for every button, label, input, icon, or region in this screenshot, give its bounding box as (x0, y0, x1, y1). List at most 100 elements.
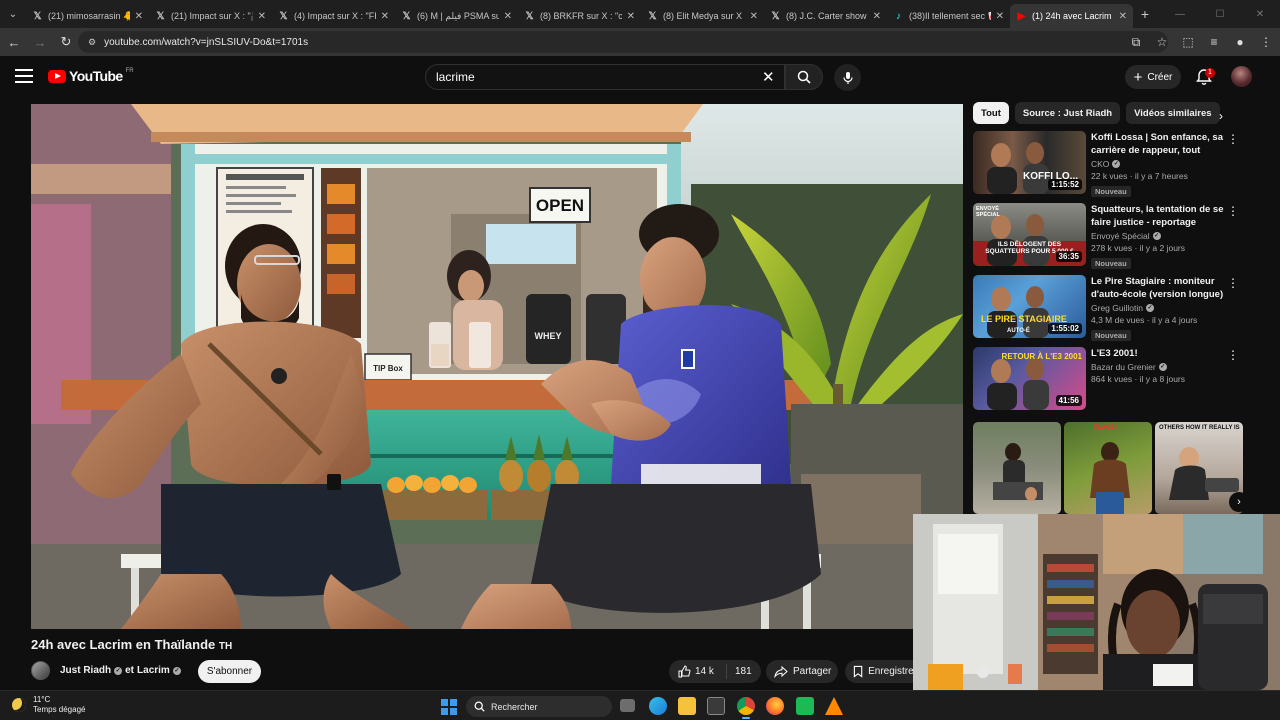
browser-tab[interactable]: 𝕏 (4) Impact sur X : "FR ✕ (272, 4, 395, 28)
menu-hamburger-icon[interactable] (15, 69, 33, 83)
voice-search-button[interactable] (834, 64, 861, 91)
browser-tab[interactable]: 𝕏 (8) Elit Medya sur X : ✕ (641, 4, 764, 28)
close-tab-icon[interactable]: ✕ (381, 11, 389, 22)
channel-name[interactable]: Greg Guillotin (1091, 303, 1143, 313)
share-button[interactable]: Partager (766, 660, 838, 683)
firefox-icon[interactable] (766, 697, 784, 715)
more-options-icon[interactable]: ⋮ (1227, 205, 1239, 217)
microsoft-store-icon[interactable] (707, 697, 725, 715)
browser-tab[interactable]: 𝕏 (21) mimosarrasin 🐥 ✕ (26, 4, 149, 28)
extensions-icon[interactable]: ⬚ (1178, 30, 1198, 54)
youtube-logo[interactable]: YouTube FR (48, 68, 134, 84)
video-info: Squatteurs, la tentation de se faire jus… (1091, 203, 1229, 271)
search-icon (797, 70, 811, 84)
file-explorer-icon[interactable] (678, 697, 696, 715)
recommended-video-card[interactable]: RETOUR À L'E3 2001 41:56 L'E3 2001! Bazar d… (973, 347, 1243, 411)
more-options-icon[interactable]: ⋮ (1227, 349, 1239, 361)
browser-menu-icon[interactable]: ⋮ (1256, 30, 1276, 54)
bookmark-star-icon[interactable]: ☆ (1152, 30, 1172, 54)
recommended-video-card[interactable]: LE PIRE STAGIAIRE AUTO-É 1:55:02 Le Pire St… (973, 275, 1243, 341)
task-view-icon[interactable] (620, 699, 635, 712)
short-video-card[interactable]: PLACE ! (1064, 422, 1152, 514)
chips-next-chevron-icon[interactable]: › (1219, 109, 1223, 123)
x-logo-icon: 𝕏 (279, 10, 288, 22)
browser-tab[interactable]: 𝕏 (21) Impact sur X : "🎥 ✕ (149, 4, 272, 28)
account-avatar[interactable] (1231, 66, 1252, 87)
video-thumbnail[interactable]: LE PIRE STAGIAIRE AUTO-É 1:55:02 (973, 275, 1086, 338)
minimize-icon[interactable]: — (1160, 0, 1200, 28)
reload-icon[interactable]: ↻ (54, 30, 78, 54)
chrome-icon[interactable] (737, 697, 755, 715)
filter-chip[interactable]: Vidéos similaires (1126, 102, 1220, 124)
subscribe-button[interactable]: S'abonner (198, 660, 261, 683)
browser-tab[interactable]: ▶ (1) 24h avec Lacrim e ✕ (1010, 4, 1133, 28)
search-input[interactable]: lacrime (425, 64, 785, 90)
weather-widget[interactable]: 11°C Temps dégagé (12, 695, 85, 715)
short-video-card[interactable] (973, 422, 1061, 514)
short-label: OTHERS HOW IT REALLY IS (1159, 425, 1240, 431)
browser-tab[interactable]: ♪ (38)Il tellement sec 🥡 ✕ (887, 4, 1010, 28)
like-button[interactable]: 14 k (669, 664, 727, 679)
browser-tab[interactable]: 𝕏 (8) BRKFR sur X : "ce ✕ (518, 4, 641, 28)
video-title[interactable]: Squatteurs, la tentation de se faire jus… (1091, 203, 1229, 229)
close-tab-icon[interactable]: ✕ (873, 11, 881, 22)
edge-browser-icon[interactable] (649, 697, 667, 715)
save-button[interactable]: Enregistrer (845, 660, 917, 683)
open-sign: OPEN (536, 196, 584, 215)
forward-arrow-icon[interactable]: → (28, 30, 52, 54)
new-tab-button[interactable]: + (1133, 6, 1157, 22)
x-logo-icon: 𝕏 (771, 10, 780, 22)
dislike-button[interactable]: 181 (727, 666, 752, 677)
channel-name[interactable]: CKO (1091, 159, 1109, 169)
url-input[interactable]: ⚙ youtube.com/watch?v=jnSLSIUV-Do&t=1701… (78, 31, 1168, 53)
video-title[interactable]: Koffi Lossa | Son enfance, sa carrière d… (1091, 131, 1229, 157)
recommended-video-card[interactable]: KOFFI LO... 1:15:52 Koffi Lossa | Son enfa… (973, 131, 1243, 197)
close-tab-icon[interactable]: ✕ (750, 11, 758, 22)
tab-title: (21) Impact sur X : "🎥 (171, 10, 253, 21)
filter-chip[interactable]: Tout (973, 102, 1009, 124)
video-title[interactable]: Le Pire Stagiaire : moniteur d'auto-écol… (1091, 275, 1229, 301)
site-info-icon[interactable]: ⚙ (88, 37, 96, 48)
create-button[interactable]: + Créer (1125, 65, 1181, 89)
video-thumbnail[interactable]: ILS DÉLOGENT DES SQUATTEURS POUR 5 000 €… (973, 203, 1086, 266)
windows-start-icon[interactable] (441, 699, 457, 715)
tab-search-chevron-icon[interactable]: ⌄ (0, 0, 26, 28)
filter-chip[interactable]: Source : Just Riadh (1014, 102, 1121, 124)
channel-link-lacrim[interactable]: Lacrim (137, 665, 170, 676)
close-window-icon[interactable]: ✕ (1240, 0, 1280, 28)
shorts-next-chevron-icon[interactable]: › (1229, 492, 1249, 512)
close-tab-icon[interactable]: ✕ (627, 11, 635, 22)
close-tab-icon[interactable]: ✕ (258, 11, 266, 22)
install-app-icon[interactable]: ⧉ (1126, 30, 1146, 54)
back-arrow-icon[interactable]: ← (2, 30, 26, 54)
video-thumbnail[interactable]: RETOUR À L'E3 2001 41:56 (973, 347, 1086, 410)
verified-check-icon: ✓ (114, 666, 123, 675)
channel-name[interactable]: Envoyé Spécial (1091, 231, 1150, 241)
more-options-icon[interactable]: ⋮ (1227, 277, 1239, 289)
channel-name[interactable]: Bazar du Grenier (1091, 362, 1156, 372)
channel-avatar[interactable] (31, 661, 50, 680)
browser-tab[interactable]: 𝕏 (6) M | فيلم PSMA sur ✕ (395, 4, 518, 28)
close-tab-icon[interactable]: ✕ (504, 11, 512, 22)
taskbar-search-input[interactable]: Rechercher (466, 696, 612, 717)
clear-search-icon[interactable]: ✕ (762, 68, 775, 86)
video-player[interactable]: OPEN WHEY TIP Box (31, 104, 963, 629)
video-thumbnail[interactable]: KOFFI LO... 1:15:52 (973, 131, 1086, 194)
tab-title: (6) M | فيلم PSMA sur (417, 10, 499, 21)
close-tab-icon[interactable]: ✕ (135, 11, 143, 22)
profile-icon[interactable]: ● (1230, 30, 1250, 54)
video-title[interactable]: L'E3 2001! (1091, 347, 1229, 360)
close-tab-icon[interactable]: ✕ (1119, 11, 1127, 22)
close-tab-icon[interactable]: ✕ (996, 11, 1004, 22)
maximize-icon[interactable]: ☐ (1200, 0, 1240, 28)
more-options-icon[interactable]: ⋮ (1227, 133, 1239, 145)
vlc-icon[interactable] (825, 697, 843, 715)
channel-link-just-riadh[interactable]: Just Riadh (60, 665, 111, 676)
app-green-icon[interactable] (796, 697, 814, 715)
recommended-video-card[interactable]: ILS DÉLOGENT DES SQUATTEURS POUR 5 000 €… (973, 203, 1243, 269)
browser-tab[interactable]: 𝕏 (8) J.C. Carter show s ✕ (764, 4, 887, 28)
x-logo-icon: 𝕏 (33, 10, 42, 22)
windows-taskbar: 11°C Temps dégagé Rechercher (0, 690, 1280, 720)
media-controls-icon[interactable]: ≡ (1204, 30, 1224, 54)
search-button[interactable] (785, 64, 823, 90)
